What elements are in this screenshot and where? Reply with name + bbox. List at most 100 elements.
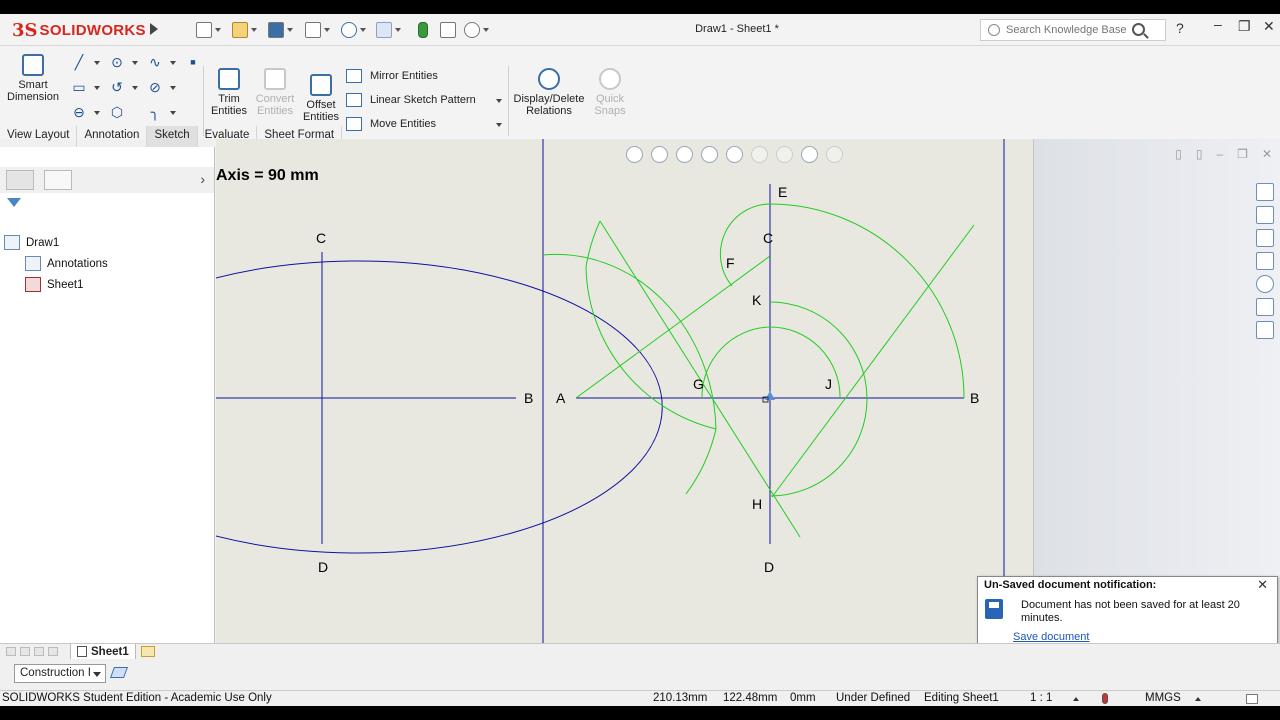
layer-dropdown[interactable]: Construction I: [14, 664, 106, 683]
chevron-down-icon[interactable]: [170, 111, 176, 115]
chevron-down-icon[interactable]: [496, 99, 502, 103]
tile-right-icon[interactable]: ▯: [1196, 147, 1203, 161]
chevron-down-icon[interactable]: [170, 86, 176, 90]
new-button[interactable]: [196, 20, 221, 40]
chevron-down-icon[interactable]: [132, 61, 138, 65]
trim-entities-button[interactable]: Trim Entities: [206, 68, 252, 117]
tab-annotation[interactable]: Annotation: [77, 126, 148, 147]
unit-system[interactable]: MMGS: [1145, 692, 1181, 704]
chevron-down-icon[interactable]: [251, 28, 257, 32]
minimize-icon[interactable]: –: [1214, 16, 1222, 32]
polygon-icon[interactable]: ⬡: [108, 104, 126, 120]
restore-icon[interactable]: ❐: [1238, 18, 1251, 35]
design-library-icon[interactable]: [1256, 229, 1274, 247]
mirror-entities-button[interactable]: Mirror Entities: [346, 66, 438, 86]
search-icon[interactable]: [1132, 23, 1145, 36]
arc-icon[interactable]: ↺: [108, 79, 126, 95]
chevron-down-icon[interactable]: [170, 61, 176, 65]
rebuild-button[interactable]: [418, 20, 428, 40]
search-input[interactable]: [1006, 24, 1136, 36]
brand-name: SOLIDWORKS: [39, 21, 146, 39]
tree-item-draw1[interactable]: Draw1: [4, 235, 59, 250]
fillet-icon[interactable]: ╮: [146, 104, 164, 120]
minimize-icon[interactable]: –: [1216, 147, 1223, 161]
tree-item-sheet1[interactable]: Sheet1: [25, 277, 83, 292]
chevron-down-icon[interactable]: [395, 28, 401, 32]
help-icon[interactable]: ?: [1176, 20, 1184, 36]
circle-icon[interactable]: ⊙: [108, 54, 126, 70]
tree-item-annotations[interactable]: Annotations: [25, 256, 108, 271]
file-properties-button[interactable]: [440, 20, 456, 40]
editing-status[interactable]: Editing Sheet1: [924, 692, 999, 704]
undo-button[interactable]: [341, 20, 366, 40]
filter-icon[interactable]: [7, 198, 21, 207]
chevron-down-icon[interactable]: [94, 61, 100, 65]
save-button[interactable]: [268, 20, 293, 40]
tooltip-icon[interactable]: [1246, 694, 1258, 704]
menu-expand-icon[interactable]: [150, 23, 158, 35]
chevron-down-icon[interactable]: [132, 86, 138, 90]
chevron-down-icon[interactable]: [360, 28, 366, 32]
add-sheet-icon[interactable]: [141, 646, 155, 657]
quick-snaps-button[interactable]: Quick Snaps: [590, 68, 630, 117]
ellipse-icon[interactable]: ⊘: [146, 79, 164, 95]
last-sheet-icon[interactable]: [48, 647, 58, 656]
select-button[interactable]: [376, 20, 401, 40]
convert-entities-button[interactable]: Convert Entities: [252, 68, 298, 117]
chevron-down-icon[interactable]: [496, 123, 502, 127]
tab-sketch[interactable]: Sketch: [147, 126, 198, 147]
layer-properties-icon[interactable]: [109, 667, 129, 678]
print-button[interactable]: [305, 20, 330, 40]
appearances-icon[interactable]: [1256, 275, 1274, 293]
custom-properties-icon[interactable]: [1256, 298, 1274, 316]
tile-left-icon[interactable]: ▯: [1175, 147, 1182, 161]
point-label-f: F: [726, 255, 735, 271]
chevron-down-icon[interactable]: [94, 111, 100, 115]
search-box[interactable]: [980, 19, 1166, 41]
display-delete-relations-button[interactable]: Display/Delete Relations: [512, 68, 586, 117]
chevron-down-icon[interactable]: [94, 86, 100, 90]
move-entities-button[interactable]: Move Entities: [346, 114, 436, 134]
drawing-canvas[interactable]: ▯ ▯ – ❐ ✕ Axis = 90 mm C B D A B C D E F…: [216, 139, 1280, 643]
close-icon[interactable]: ✕: [1257, 577, 1268, 593]
save-document-link[interactable]: Save document: [1013, 631, 1089, 643]
close-icon[interactable]: ✕: [1263, 18, 1275, 35]
previous-sheet-icon[interactable]: [20, 647, 30, 656]
solidworks-logo[interactable]: 3S SOLIDWORKS: [12, 18, 146, 42]
file-explorer-icon[interactable]: [1256, 252, 1274, 270]
rectangle-icon[interactable]: ▭: [70, 79, 88, 95]
3d-content-icon[interactable]: [1256, 206, 1274, 224]
chevron-up-icon[interactable]: [1195, 697, 1201, 701]
chevron-down-icon[interactable]: [324, 28, 330, 32]
options-button[interactable]: [464, 20, 489, 40]
point-icon[interactable]: ■: [184, 54, 202, 70]
line-icon[interactable]: ╱: [70, 54, 88, 70]
first-sheet-icon[interactable]: [6, 647, 16, 656]
slot-icon[interactable]: ⊖: [70, 104, 88, 120]
chevron-down-icon[interactable]: [483, 28, 489, 32]
solidworks-window: 3S SOLIDWORKS Draw1 - Sheet1 * ? – ❐ ✕ S…: [0, 14, 1280, 706]
property-manager-tab-icon[interactable]: [44, 170, 72, 190]
smart-dimension-button[interactable]: Smart Dimension: [6, 54, 60, 103]
close-icon[interactable]: ✕: [1262, 147, 1272, 161]
tab-view-layout[interactable]: View Layout: [0, 126, 78, 147]
restore-icon[interactable]: ❐: [1237, 147, 1248, 161]
feature-manager-tab-icon[interactable]: [6, 170, 34, 190]
arc-kg: [701, 326, 771, 399]
chevron-right-icon[interactable]: ›: [200, 171, 205, 187]
home-icon[interactable]: [1256, 183, 1274, 201]
point-label-d: D: [764, 559, 775, 575]
spline-icon[interactable]: ∿: [146, 54, 164, 70]
chevron-down-icon[interactable]: [215, 28, 221, 32]
rebuild-status-icon[interactable]: [1102, 693, 1108, 704]
next-sheet-icon[interactable]: [34, 647, 44, 656]
sheet-tab[interactable]: Sheet1: [70, 644, 136, 660]
chevron-down-icon[interactable]: [287, 28, 293, 32]
offset-entities-button[interactable]: Offset Entities: [298, 74, 344, 123]
linear-sketch-pattern-button[interactable]: Linear Sketch Pattern: [346, 90, 504, 110]
scissors-icon: [218, 68, 240, 90]
open-button[interactable]: [232, 20, 257, 40]
chevron-up-icon[interactable]: [1073, 697, 1079, 701]
forum-icon[interactable]: [1256, 321, 1274, 339]
sheet-scale[interactable]: 1 : 1: [1030, 692, 1052, 704]
